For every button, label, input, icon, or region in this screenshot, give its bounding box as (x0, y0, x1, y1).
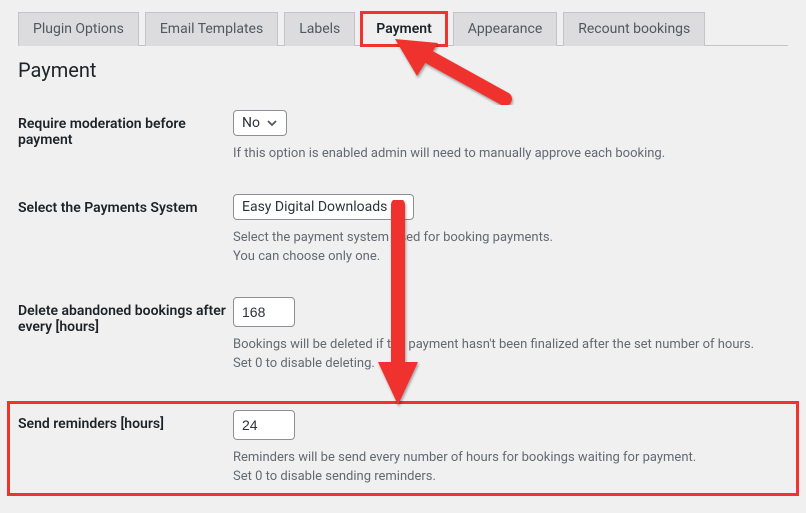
row-require-moderation: Require moderation before payment No If … (18, 110, 788, 164)
settings-tabs: Plugin Options Email Templates Labels Pa… (18, 12, 788, 46)
tab-email-templates[interactable]: Email Templates (145, 12, 278, 46)
select-payments-system[interactable]: Easy Digital Downloads (233, 194, 414, 220)
input-abandoned-hours[interactable] (242, 302, 286, 322)
tab-labels[interactable]: Labels (284, 12, 355, 46)
label-require-moderation: Require moderation before payment (18, 110, 233, 148)
row-abandoned: Delete abandoned bookings after every [h… (18, 297, 788, 374)
row-payments-system: Select the Payments System Easy Digital … (18, 194, 788, 267)
row-reminders: Send reminders [hours] Reminders will be… (10, 404, 796, 493)
page-title: Payment (18, 58, 788, 82)
select-value: Easy Digital Downloads (242, 199, 387, 215)
input-reminders-hours[interactable] (242, 415, 286, 435)
desc-payments-system: Select the payment system used for booki… (233, 228, 788, 267)
tab-payment[interactable]: Payment (361, 12, 447, 46)
desc-reminders: Reminders will be send every number of h… (233, 448, 788, 487)
tab-appearance[interactable]: Appearance (453, 12, 557, 46)
select-value: No (242, 115, 260, 131)
chevron-down-icon (393, 201, 405, 213)
chevron-down-icon (266, 117, 278, 129)
tab-plugin-options[interactable]: Plugin Options (18, 12, 139, 46)
desc-abandoned: Bookings will be deleted if the payment … (233, 335, 788, 374)
input-abandoned-hours-wrap (233, 297, 295, 327)
tab-recount-bookings[interactable]: Recount bookings (563, 12, 705, 46)
label-abandoned: Delete abandoned bookings after every [h… (18, 297, 233, 335)
input-reminders-hours-wrap (233, 410, 295, 440)
label-payments-system: Select the Payments System (18, 194, 233, 216)
desc-require-moderation: If this option is enabled admin will nee… (233, 144, 788, 164)
label-reminders: Send reminders [hours] (18, 410, 233, 432)
select-require-moderation[interactable]: No (233, 110, 287, 136)
